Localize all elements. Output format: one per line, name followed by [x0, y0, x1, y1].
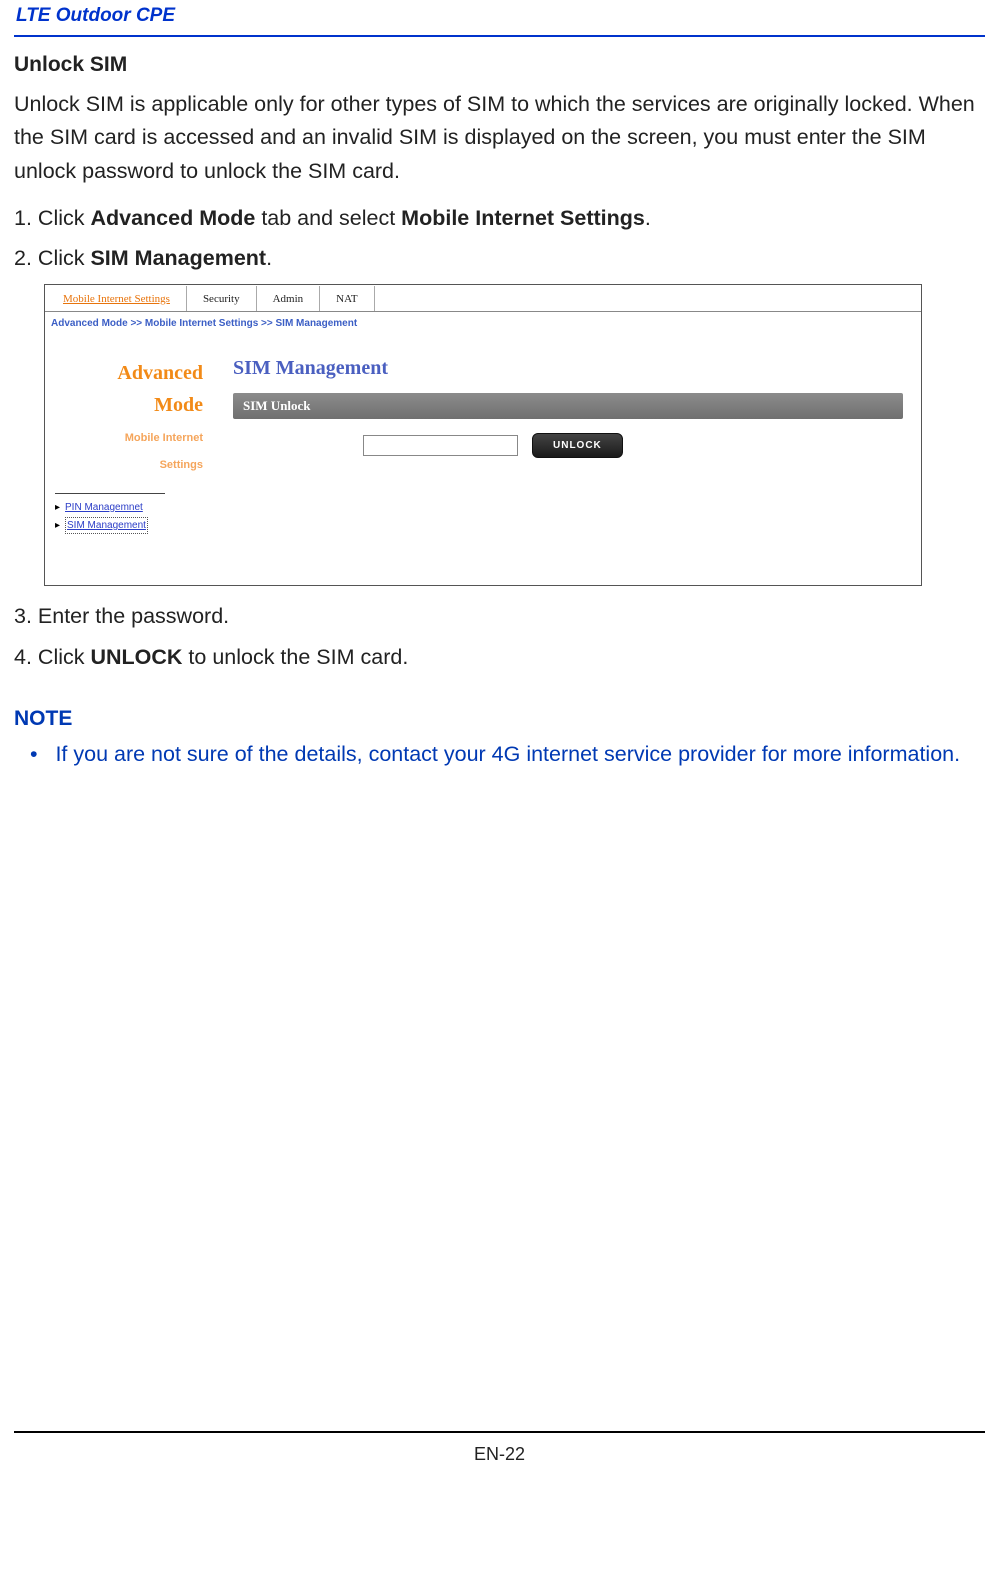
tab-nat[interactable]: NAT: [320, 286, 374, 312]
step-text: Enter the password.: [32, 604, 229, 628]
sim-unlock-input[interactable]: [363, 435, 518, 456]
tab-admin[interactable]: Admin: [257, 286, 321, 312]
note-text: If you are not sure of the details, cont…: [55, 742, 960, 766]
sidebar-title-line2: Mode: [45, 389, 203, 421]
step-bold: Mobile Internet Settings: [401, 206, 645, 230]
step-number: 3.: [14, 604, 32, 628]
section-heading: Unlock SIM: [14, 49, 985, 81]
step-number: 1.: [14, 206, 32, 230]
breadcrumb: Advanced Mode >> Mobile Internet Setting…: [45, 312, 921, 337]
step-4: 4. Click UNLOCK to unlock the SIM card.: [14, 641, 985, 673]
step-3: 3. Enter the password.: [14, 600, 985, 632]
bullet-icon: •: [30, 742, 38, 766]
panel-header: SIM Unlock: [233, 393, 903, 419]
embedded-screenshot: Mobile Internet Settings Security Admin …: [44, 284, 922, 586]
bullet-icon: ▸: [55, 500, 65, 515]
step-text: .: [645, 206, 651, 230]
step-bold: UNLOCK: [90, 645, 182, 669]
step-1: 1. Click Advanced Mode tab and select Mo…: [14, 202, 985, 234]
step-number: 2.: [14, 246, 32, 270]
sidebar-subtitle-line1: Mobile Internet: [45, 429, 203, 448]
sidebar-link-pin-management[interactable]: PIN Managemnet: [65, 502, 143, 513]
step-2: 2. Click SIM Management.: [14, 242, 985, 274]
sidebar-link-sim-management[interactable]: SIM Management: [65, 517, 148, 534]
step-text: Click: [32, 246, 91, 270]
sidebar-subtitle-line2: Settings: [45, 456, 203, 475]
ss-content: SIM Management SIM Unlock UNLOCK: [215, 337, 921, 535]
intro-paragraph: Unlock SIM is applicable only for other …: [14, 88, 985, 188]
step-bold: SIM Management: [90, 246, 266, 270]
page-number: EN-22: [14, 1433, 985, 1484]
step-text: Click: [32, 206, 91, 230]
note-heading: NOTE: [14, 703, 985, 735]
header-divider: [14, 35, 985, 37]
ss-sidebar: Advanced Mode Mobile Internet Settings ▸…: [45, 337, 215, 535]
step-number: 4.: [14, 645, 32, 669]
step-text: Click: [32, 645, 91, 669]
content-title: SIM Management: [233, 353, 903, 383]
step-text: tab and select: [255, 206, 401, 230]
page-header-title: LTE Outdoor CPE: [14, 0, 985, 35]
ss-tab-bar: Mobile Internet Settings Security Admin …: [45, 285, 921, 312]
note-item: • If you are not sure of the details, co…: [14, 738, 985, 770]
step-text: .: [266, 246, 272, 270]
sidebar-title-line1: Advanced: [45, 357, 203, 389]
step-text: to unlock the SIM card.: [182, 645, 408, 669]
bullet-icon: ▸: [55, 518, 65, 533]
step-bold: Advanced Mode: [90, 206, 255, 230]
unlock-button[interactable]: UNLOCK: [532, 433, 623, 458]
tab-security[interactable]: Security: [187, 286, 257, 312]
tab-mobile-internet-settings[interactable]: Mobile Internet Settings: [47, 286, 187, 312]
